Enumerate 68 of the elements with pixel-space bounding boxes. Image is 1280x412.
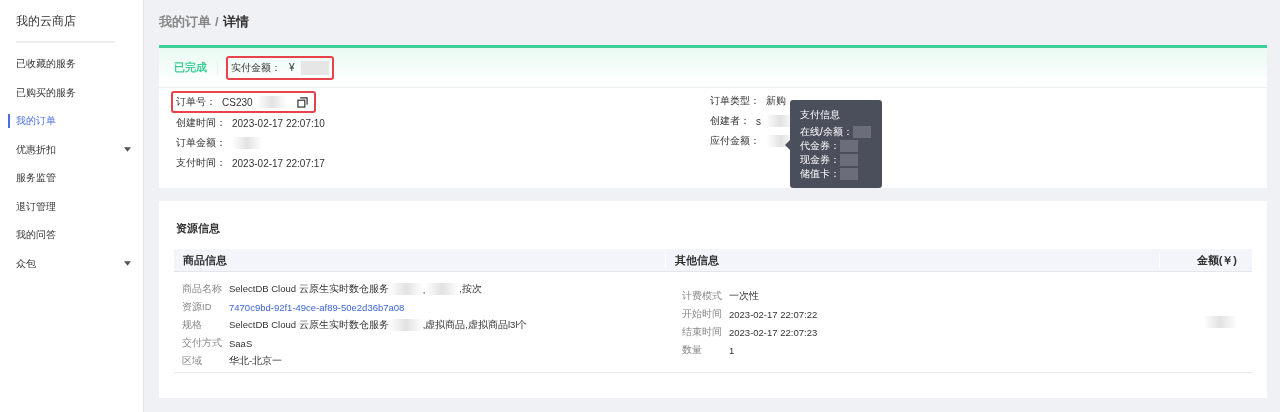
field-label: 交付方式 — [182, 336, 223, 350]
tooltip-label: 现金券： — [800, 153, 840, 167]
field-label: 应付金额： — [710, 134, 760, 148]
field-label: 创建者： — [710, 114, 750, 128]
column-header: 商品信息 — [174, 252, 666, 268]
redaction-blur — [300, 60, 329, 75]
field-value: 1 — [729, 344, 735, 356]
sidebar-item[interactable]: 服务监管 — [0, 164, 143, 193]
field-value: SelectDB Cloud 云原生实时数仓服务 — [229, 318, 389, 332]
field-value: ¥ — [289, 62, 295, 73]
field-label: 规格 — [182, 318, 203, 332]
tooltip-title: 支付信息 — [800, 108, 841, 122]
redaction-blur — [256, 96, 287, 108]
field-label: 结束时间 — [682, 325, 723, 339]
redaction-blur — [425, 283, 460, 295]
field-label: 资源ID — [182, 300, 213, 314]
breadcrumb-separator: / — [215, 14, 219, 29]
field-value: 新购 — [766, 94, 786, 108]
sidebar-item[interactable]: 优惠折扣 — [0, 135, 143, 164]
field-label: 订单类型： — [710, 94, 760, 108]
redaction-blur — [388, 319, 423, 331]
sidebar-title: 我的云商店 — [15, 13, 77, 30]
sidebar-item[interactable]: 众包 — [0, 249, 143, 278]
redaction-blur — [232, 137, 262, 149]
sidebar-item[interactable]: 退订管理 — [0, 192, 143, 221]
redaction-blur — [852, 126, 871, 138]
field-value: CS230 — [222, 96, 253, 108]
field-value: 2023-02-17 22:07:22 — [729, 308, 818, 320]
field-value: 2023-02-17 22:07:17 — [232, 157, 325, 169]
field-value: 一次性 — [729, 289, 759, 303]
column-header: 其他信息 — [674, 252, 720, 268]
field-label: 实付金额： — [231, 60, 281, 75]
redaction-blur — [840, 168, 858, 180]
field-value: ,虚拟商品,虚拟商品l3l个 — [422, 318, 528, 332]
field-label: 商品名称 — [182, 282, 223, 296]
field-label: 数量 — [682, 343, 703, 357]
field-value: SaaS — [229, 337, 253, 349]
tooltip-label: 代金券： — [800, 139, 840, 153]
field-value: , — [422, 283, 426, 295]
field-value: s — [756, 115, 761, 127]
field-value: 2023-02-17 22:07:23 — [729, 326, 818, 338]
field-label: 计费模式 — [682, 289, 723, 303]
field-label: 订单号： — [176, 95, 216, 109]
field-label: 开始时间 — [682, 307, 723, 321]
field-label: 创建时间： — [176, 116, 226, 130]
section-title: 资源信息 — [175, 221, 221, 236]
field-value: ,按次 — [459, 282, 482, 296]
column-header: 金额(￥) — [1159, 252, 1252, 268]
tooltip-label: 在线/余额： — [800, 125, 853, 139]
sidebar-item[interactable]: 我的订单 — [0, 107, 143, 136]
redaction-blur — [1203, 316, 1237, 328]
resource-id-link[interactable]: 7470c9bd-92f1-49ce-af89-50e2d36b7a08 — [229, 301, 405, 313]
redaction-blur — [388, 283, 423, 295]
sidebar-item[interactable]: 已购买的服务 — [0, 78, 143, 107]
page-title: 详情 — [222, 12, 249, 31]
field-label: 区域 — [182, 354, 203, 368]
sidebar-item[interactable]: 我的问答 — [0, 221, 143, 250]
field-value: 2023-02-17 22:07:10 — [232, 117, 325, 129]
field-value: 华北-北京一 — [229, 354, 283, 368]
order-status: 已完成 — [174, 60, 207, 75]
redaction-blur — [840, 154, 858, 166]
tooltip-label: 储值卡： — [800, 167, 840, 181]
sidebar-item[interactable]: 已收藏的服务 — [0, 50, 143, 79]
copy-icon[interactable] — [296, 96, 308, 108]
redaction-blur — [840, 140, 858, 152]
field-value: SelectDB Cloud 云原生实时数仓服务 — [229, 282, 389, 296]
field-label: 订单金额： — [176, 136, 226, 150]
field-label: 支付时间： — [176, 156, 226, 170]
